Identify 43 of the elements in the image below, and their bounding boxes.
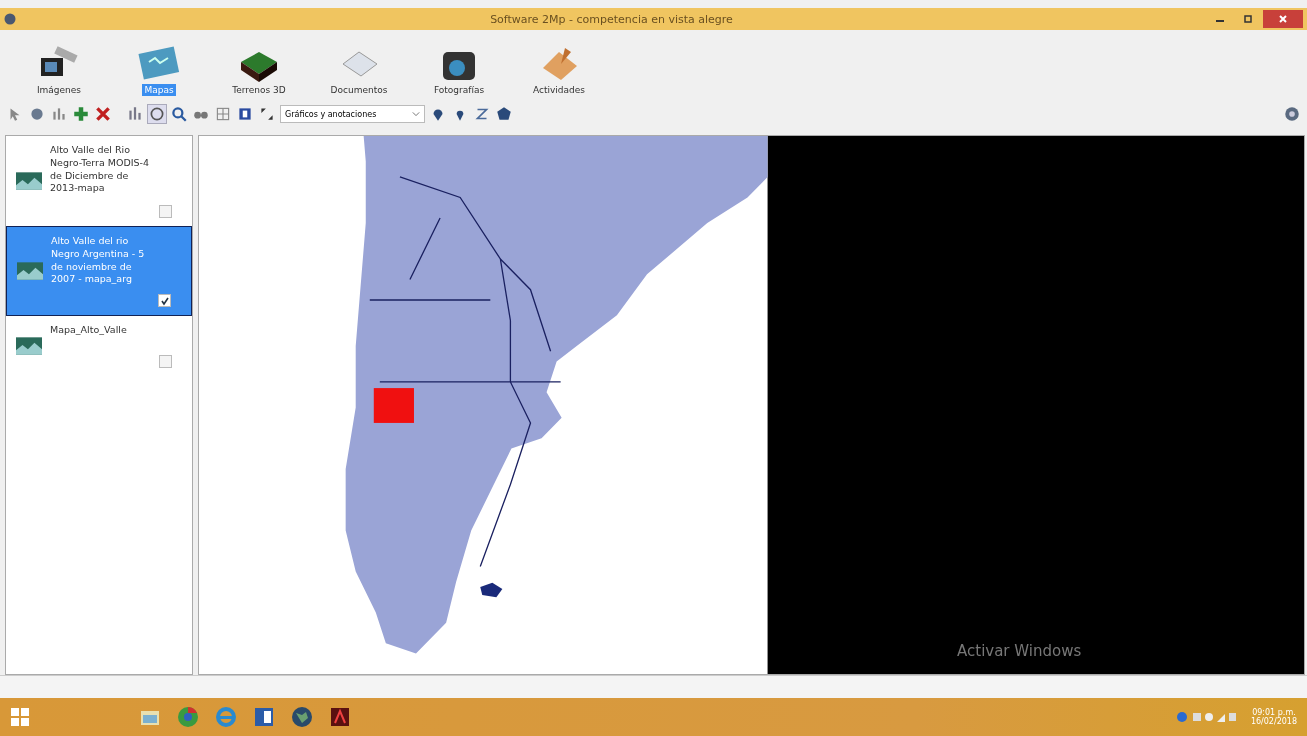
layer-checkbox[interactable] <box>159 355 172 368</box>
close-button[interactable] <box>1263 10 1303 28</box>
tray-icons-drawing <box>1176 710 1237 724</box>
clock-date: 16/02/2018 <box>1250 717 1297 726</box>
caret-icon <box>412 110 420 118</box>
help-icon[interactable] <box>1283 105 1301 123</box>
layer-title: Alto Valle del Rio Negro-Terra MODIS-4 de Diciembre de 2013-mapa <box>50 144 150 196</box>
chart-icon[interactable] <box>50 105 68 123</box>
window-title: Software 2Mp - competencia en vista alegre <box>489 12 734 26</box>
map-thumbnail-icon <box>16 337 42 355</box>
map-thumbnail-icon <box>16 172 42 190</box>
pan-icon[interactable] <box>148 105 166 123</box>
chart-icon[interactable] <box>126 105 144 123</box>
clock-time: 09:01 p.m. <box>1252 708 1296 717</box>
layer-checkbox[interactable] <box>158 294 171 307</box>
app-icon <box>4 13 16 25</box>
module-tab[interactable]: Imágenes <box>34 84 84 96</box>
layer-item[interactable]: Alto Valle del Rio Negro-Terra MODIS-4 de Diciembre de 2013-mapa <box>6 136 192 226</box>
maximize-icon <box>1243 14 1253 24</box>
module-tab[interactable]: Terrenos 3D <box>230 84 288 96</box>
layer-title: Alto Valle del rio Negro Argentina - 5 de noviembre de 2007 - mapa_arg <box>51 235 146 287</box>
map-thumbnail-icon <box>17 262 43 280</box>
close-icon <box>1278 14 1288 24</box>
layer-item[interactable]: Mapa_Alto_Valle <box>6 316 192 376</box>
pdf-icon[interactable] <box>328 705 352 729</box>
module-tab[interactable]: Fotografías <box>431 84 487 96</box>
activation-watermark: Activar Windows <box>957 642 1082 660</box>
module-tab[interactable]: Actividades <box>531 84 587 96</box>
layer-dropdown[interactable]: Gráficos y anotaciones <box>280 105 425 123</box>
add-icon[interactable] <box>72 105 90 123</box>
zoom-icon[interactable] <box>170 105 188 123</box>
help-cursor-icon[interactable] <box>28 105 46 123</box>
layer-title: Mapa_Alto_Valle <box>50 324 128 337</box>
windows-start-icon[interactable] <box>10 707 30 727</box>
fullscreen-icon[interactable] <box>258 105 276 123</box>
chrome-icon[interactable] <box>176 705 200 729</box>
panel-icon[interactable] <box>236 105 254 123</box>
globe-icon[interactable] <box>290 705 314 729</box>
module-tab[interactable]: Documentos <box>328 84 390 96</box>
delete-icon[interactable] <box>94 105 112 123</box>
layer-checkbox[interactable] <box>159 205 172 218</box>
polygon-icon[interactable] <box>495 105 513 123</box>
word-icon[interactable] <box>252 705 276 729</box>
